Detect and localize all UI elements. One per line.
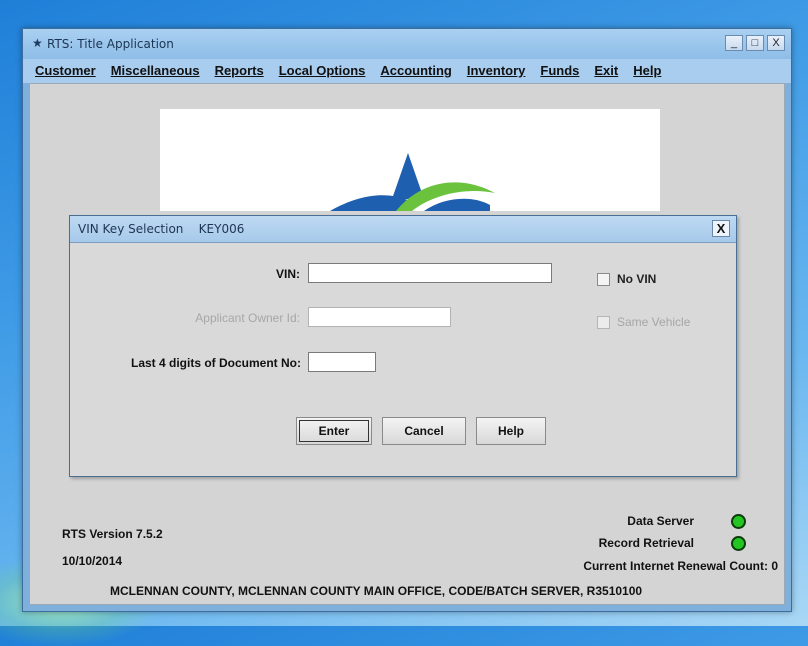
menu-exit[interactable]: Exit <box>594 59 618 83</box>
menu-miscellaneous[interactable]: Miscellaneous <box>111 59 200 83</box>
date-label: 10/10/2014 <box>62 554 123 568</box>
vin-input[interactable] <box>308 263 552 283</box>
star-icon: ★ <box>32 36 43 50</box>
menu-accounting[interactable]: Accounting <box>380 59 452 83</box>
vin-key-selection-dialog: VIN Key Selection KEY006 X VIN: Applican… <box>69 215 737 477</box>
record-retrieval-status-icon <box>731 536 746 551</box>
menu-funds[interactable]: Funds <box>540 59 579 83</box>
menu-help[interactable]: Help <box>633 59 661 83</box>
dialog-title-bar[interactable]: VIN Key Selection KEY006 X <box>70 216 736 243</box>
window-title: RTS: Title Application <box>47 37 174 51</box>
renewal-count-label: Current Internet Renewal Count: 0 <box>583 559 778 573</box>
document-number-label: Last 4 digits of Document No: <box>130 356 301 370</box>
checkbox-box[interactable] <box>597 272 610 286</box>
same-vehicle-checkbox[interactable]: Same Vehicle <box>597 315 690 329</box>
vin-label: VIN: <box>276 267 300 281</box>
version-label: RTS Version 7.5.2 <box>62 527 163 541</box>
no-vin-checkbox[interactable]: No VIN <box>597 272 656 286</box>
applicant-owner-id-label: Applicant Owner Id: <box>195 311 300 325</box>
applicant-owner-id-input[interactable] <box>308 307 451 327</box>
menu-inventory[interactable]: Inventory <box>467 59 526 83</box>
menu-customer[interactable]: Customer <box>35 59 96 83</box>
title-bar[interactable]: ★ RTS: Title Application _ □ X <box>23 29 791 59</box>
data-server-status-icon <box>731 514 746 529</box>
menu-bar: Customer Miscellaneous Reports Local Opt… <box>23 59 791 83</box>
logo-panel <box>160 109 660 211</box>
logo-blue-swoosh-lower <box>424 198 490 211</box>
main-content-area: VIN Key Selection KEY006 X VIN: Applican… <box>29 83 785 605</box>
menu-local-options[interactable]: Local Options <box>279 59 366 83</box>
txdmv-star-logo <box>330 153 495 211</box>
cancel-button[interactable]: Cancel <box>382 417 466 445</box>
maximize-button[interactable]: □ <box>746 35 764 51</box>
help-button[interactable]: Help <box>476 417 546 445</box>
no-vin-label: No VIN <box>617 272 657 286</box>
enter-button[interactable]: Enter <box>296 417 372 445</box>
office-info-label: MCLENNAN COUNTY, MCLENNAN COUNTY MAIN OF… <box>110 584 643 598</box>
checkbox-box[interactable] <box>597 315 610 329</box>
close-button[interactable]: X <box>767 35 785 51</box>
menu-reports[interactable]: Reports <box>215 59 264 83</box>
record-retrieval-label: Record Retrieval <box>598 536 694 550</box>
data-server-label: Data Server <box>627 514 694 528</box>
same-vehicle-label: Same Vehicle <box>617 315 691 329</box>
dialog-close-button[interactable]: X <box>712 220 730 237</box>
main-window: ★ RTS: Title Application _ □ X Customer … <box>22 28 792 612</box>
minimize-button[interactable]: _ <box>725 35 743 51</box>
dialog-title: VIN Key Selection KEY006 <box>78 222 245 236</box>
window-controls: _ □ X <box>725 35 785 51</box>
document-number-input[interactable] <box>308 352 376 372</box>
